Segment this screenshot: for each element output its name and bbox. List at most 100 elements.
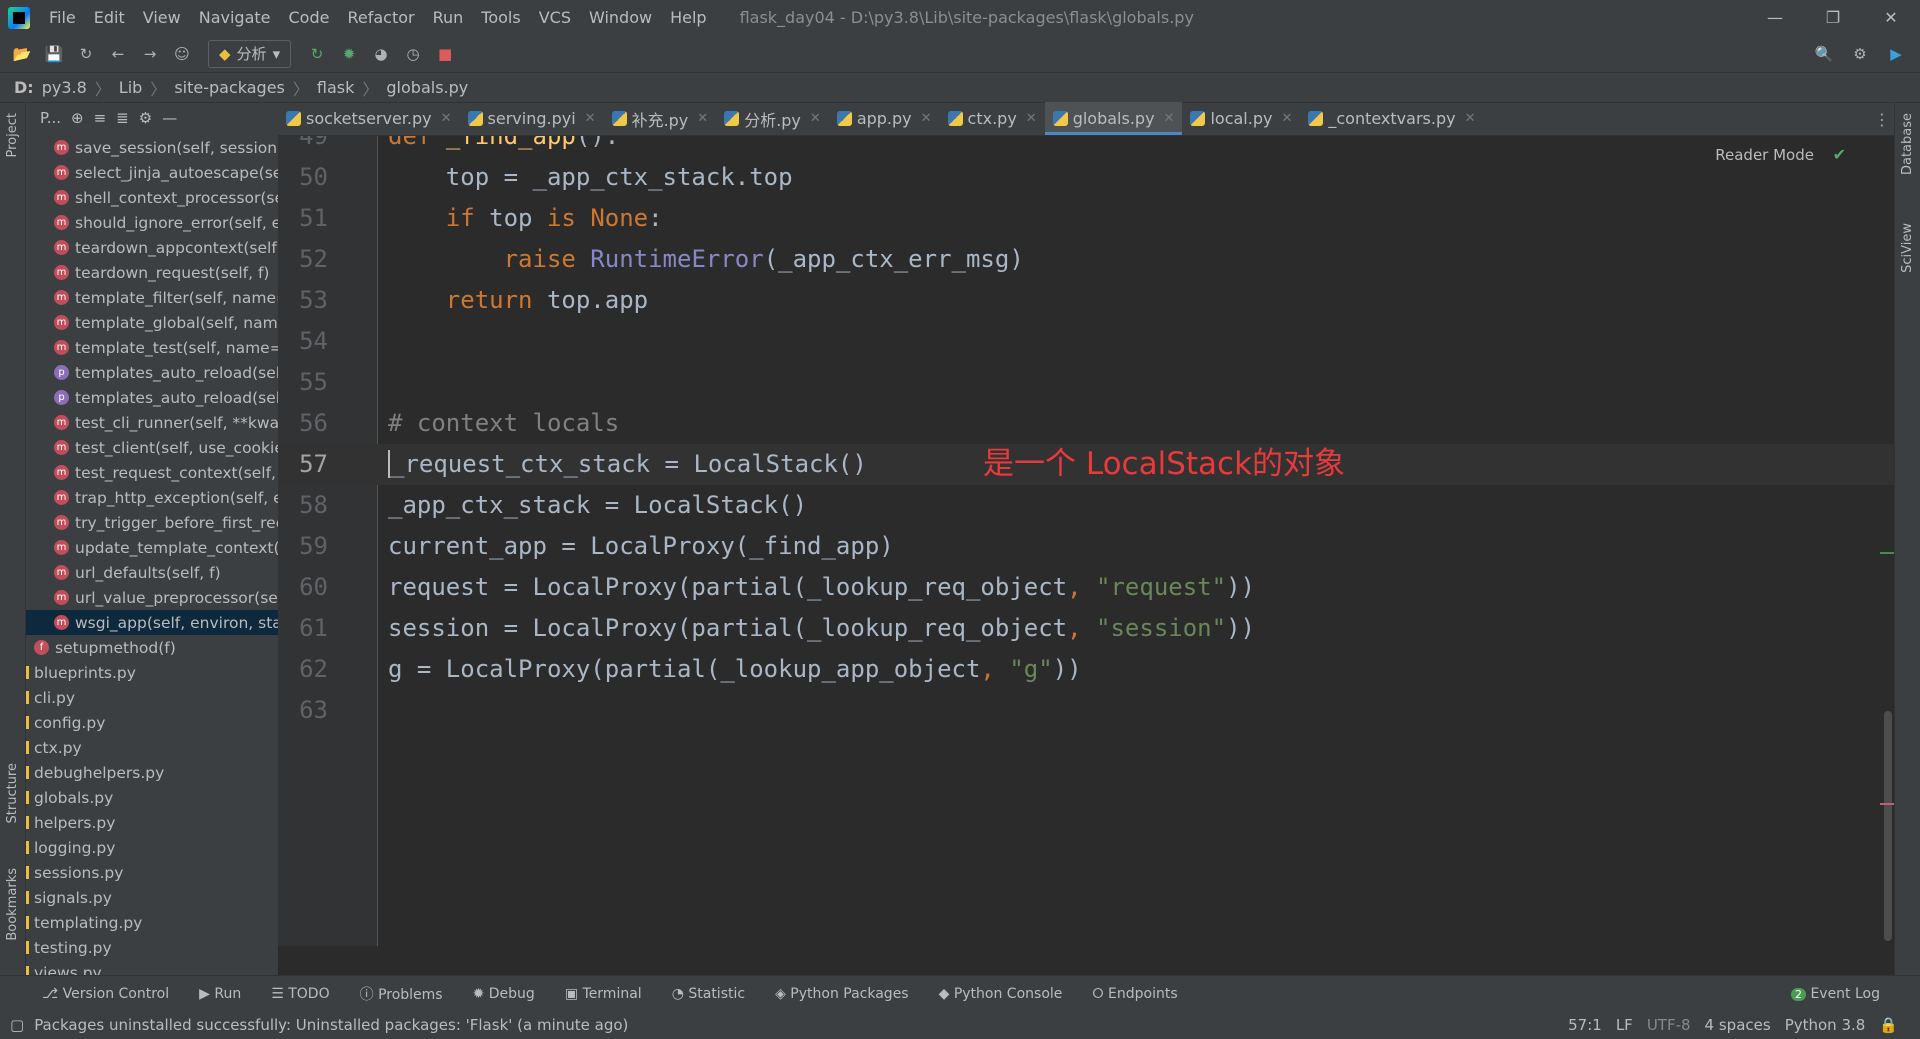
editor-scrollbar[interactable] [1880, 136, 1894, 946]
close-icon[interactable]: ✕ [697, 111, 708, 126]
tree-file-item[interactable]: views.py [26, 960, 278, 975]
tree-method-item[interactable]: m should_ignore_error(self, er [26, 210, 278, 235]
lock-icon[interactable]: 🔒 [1879, 1016, 1898, 1034]
file-encoding[interactable]: UTF-8 [1647, 1016, 1691, 1034]
status-message[interactable]: Packages uninstalled successfully: Unins… [34, 1016, 628, 1034]
save-icon[interactable]: 💾 [40, 40, 68, 68]
line-separator[interactable]: LF [1616, 1016, 1633, 1034]
menu-run[interactable]: Run [424, 8, 473, 27]
caret-position[interactable]: 57:1 [1568, 1016, 1602, 1034]
search-icon[interactable]: 🔍 [1810, 40, 1838, 68]
python-interpreter[interactable]: Python 3.8 [1785, 1016, 1866, 1034]
menu-edit[interactable]: Edit [85, 8, 134, 27]
tree-method-item[interactable]: m url_value_preprocessor(self [26, 585, 278, 610]
tree-file-item[interactable]: blueprints.py [26, 660, 278, 685]
tree-method-item[interactable]: m teardown_appcontext(self, [26, 235, 278, 260]
tree-method-item[interactable]: m test_client(self, use_cookies [26, 435, 278, 460]
endpoints-tool[interactable]: ⭘ Endpoints [1092, 986, 1177, 1002]
tree-file-item[interactable]: helpers.py [26, 810, 278, 835]
menu-tools[interactable]: Tools [472, 8, 529, 27]
coverage-icon[interactable]: ◕ [367, 40, 395, 68]
breadcrumb-py38[interactable]: py3.8 [42, 78, 87, 97]
menu-window[interactable]: Window [580, 8, 661, 27]
tab-fenxi[interactable]: 分析.py ✕ [716, 102, 829, 135]
back-icon[interactable]: ← [104, 40, 132, 68]
tab-globals[interactable]: globals.py ✕ [1044, 102, 1183, 135]
run-tool[interactable]: ▶ Run [199, 986, 241, 1002]
tree-file-item[interactable]: templating.py [26, 910, 278, 935]
tree-file-item[interactable]: cli.py [26, 685, 278, 710]
python-packages-tool[interactable]: ◈ Python Packages [775, 986, 909, 1002]
user-icon[interactable]: ☺ [168, 40, 196, 68]
bookmarks-tool-tab[interactable]: Bookmarks [5, 868, 20, 941]
menu-view[interactable]: View [134, 8, 190, 27]
menu-code[interactable]: Code [280, 8, 339, 27]
tab-contextvars[interactable]: _contextvars.py ✕ [1300, 102, 1483, 135]
close-icon[interactable]: ✕ [1026, 111, 1037, 126]
tree-method-item[interactable]: m select_jinja_autoescape(self, [26, 160, 278, 185]
event-log-tool[interactable]: 2 Event Log [1790, 986, 1880, 1002]
close-icon[interactable]: ✕ [810, 111, 821, 126]
python-console-tool[interactable]: ◆ Python Console [939, 986, 1063, 1002]
debug-icon[interactable]: ✹ [335, 40, 363, 68]
menu-help[interactable]: Help [661, 8, 715, 27]
tree-file-item[interactable]: debughelpers.py [26, 760, 278, 785]
tree-method-item[interactable]: m wsgi_app(self, environ, star [26, 610, 278, 635]
problems-tool[interactable]: ⓘ Problems [360, 984, 443, 1004]
tree-method-item[interactable]: m template_global(self, name [26, 310, 278, 335]
tree-method-item[interactable]: m test_request_context(self, * [26, 460, 278, 485]
gear-icon[interactable]: ⚙ [139, 109, 152, 127]
profile-icon[interactable]: ◷ [399, 40, 427, 68]
gear-icon[interactable]: ⚙ [1846, 40, 1874, 68]
sync-icon[interactable]: ↻ [72, 40, 100, 68]
tree-method-item[interactable]: p templates_auto_reload(self [26, 360, 278, 385]
minimize-button[interactable]: — [1746, 0, 1804, 35]
hide-icon[interactable]: — [162, 109, 177, 127]
tree-file-item[interactable]: ctx.py [26, 735, 278, 760]
tree-function-item[interactable]: f setupmethod(f) [26, 635, 278, 660]
tab-app[interactable]: app.py ✕ [829, 102, 940, 135]
structure-tool-tab[interactable]: Structure [5, 763, 20, 823]
close-icon[interactable]: ✕ [1465, 111, 1476, 126]
tab-socketserver[interactable]: socketserver.py ✕ [278, 102, 460, 135]
tab-local[interactable]: local.py ✕ [1182, 102, 1300, 135]
version-control-tool[interactable]: ⎇ Version Control [42, 986, 169, 1002]
indent-setting[interactable]: 4 spaces [1705, 1016, 1771, 1034]
expand-all-icon[interactable]: ≡ [94, 109, 107, 127]
run-configuration-select[interactable]: ◆ 分析 ▾ [208, 39, 292, 68]
debug-tool[interactable]: ✹ Debug [473, 986, 535, 1002]
tree-file-item[interactable]: logging.py [26, 835, 278, 860]
tree-file-item[interactable]: sessions.py [26, 860, 278, 885]
menu-vcs[interactable]: VCS [530, 8, 580, 27]
tab-serving[interactable]: serving.pyi ✕ [460, 102, 604, 135]
tree-method-item[interactable]: m teardown_request(self, f) [26, 260, 278, 285]
tree-method-item[interactable]: m save_session(self, session, r [26, 135, 278, 160]
rerun-icon[interactable]: ↻ [303, 40, 331, 68]
restore-button[interactable]: ❐ [1804, 0, 1862, 35]
tree-method-item[interactable]: m test_cli_runner(self, **kwarg [26, 410, 278, 435]
statistic-tool[interactable]: ◔ Statistic [672, 986, 745, 1002]
forward-icon[interactable]: → [136, 40, 164, 68]
more-tabs-icon[interactable]: ⋮ [1874, 110, 1890, 129]
breadcrumb-flask[interactable]: flask [317, 78, 354, 97]
todo-tool[interactable]: ☰ TODO [271, 986, 329, 1002]
close-icon[interactable]: ✕ [921, 111, 932, 126]
database-tool-tab[interactable]: Database [1900, 113, 1915, 175]
status-icon[interactable]: ▢ [10, 1016, 24, 1034]
tree-method-item[interactable]: m template_test(self, name=N [26, 335, 278, 360]
project-title[interactable]: P... [40, 109, 61, 127]
locate-icon[interactable]: ⊕ [71, 109, 84, 127]
breadcrumb-lib[interactable]: Lib [119, 78, 143, 97]
tree-method-item[interactable]: m trap_http_exception(self, e) [26, 485, 278, 510]
menu-refactor[interactable]: Refactor [338, 8, 423, 27]
menu-file[interactable]: File [40, 8, 85, 27]
collapse-all-icon[interactable]: ≣ [116, 109, 129, 127]
close-icon[interactable]: ✕ [1164, 111, 1175, 126]
breadcrumb-drive[interactable]: D: [14, 78, 34, 97]
tree-method-item[interactable]: m template_filter(self, name= [26, 285, 278, 310]
code-editor[interactable]: Reader Mode ✔ 49 def _find_app(): 50 top … [278, 136, 1894, 946]
plugin-icon[interactable]: ▶ [1882, 40, 1910, 68]
tree-file-item[interactable]: signals.py [26, 885, 278, 910]
tab-ctx[interactable]: ctx.py ✕ [940, 102, 1045, 135]
breadcrumb-site-packages[interactable]: site-packages [174, 78, 285, 97]
